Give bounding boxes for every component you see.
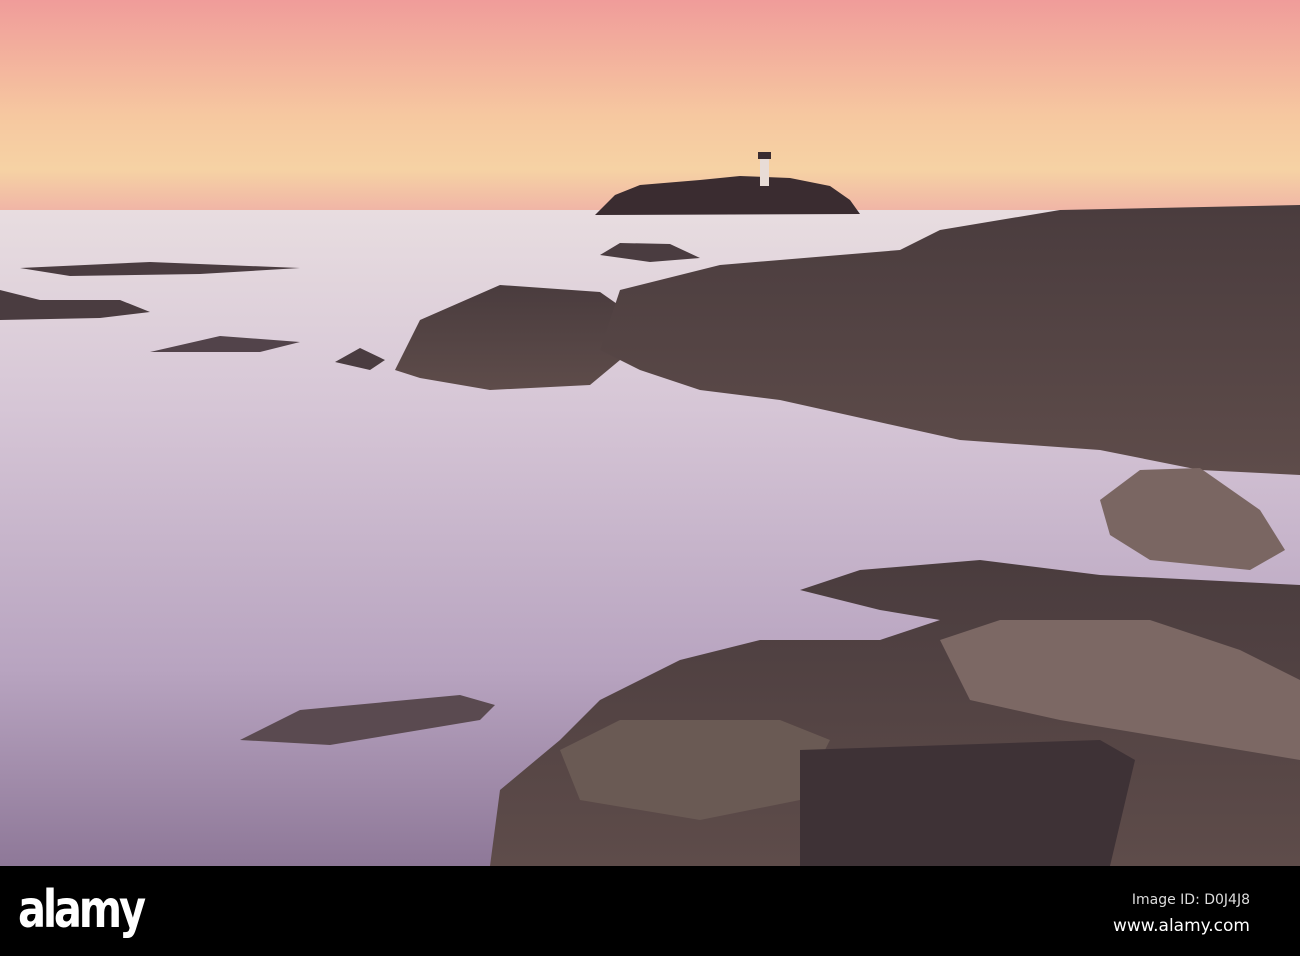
image-id: Image ID: D0J4J8 [1131,892,1250,908]
seascape-photo [0,0,1300,866]
sky [0,0,1300,212]
site-url: www.alamy.com [1112,916,1250,936]
lighthouse [760,158,769,186]
watermark-bar: alamy Image ID: D0J4J8 www.alamy.com [0,866,1300,956]
alamy-logo: alamy [18,880,146,940]
